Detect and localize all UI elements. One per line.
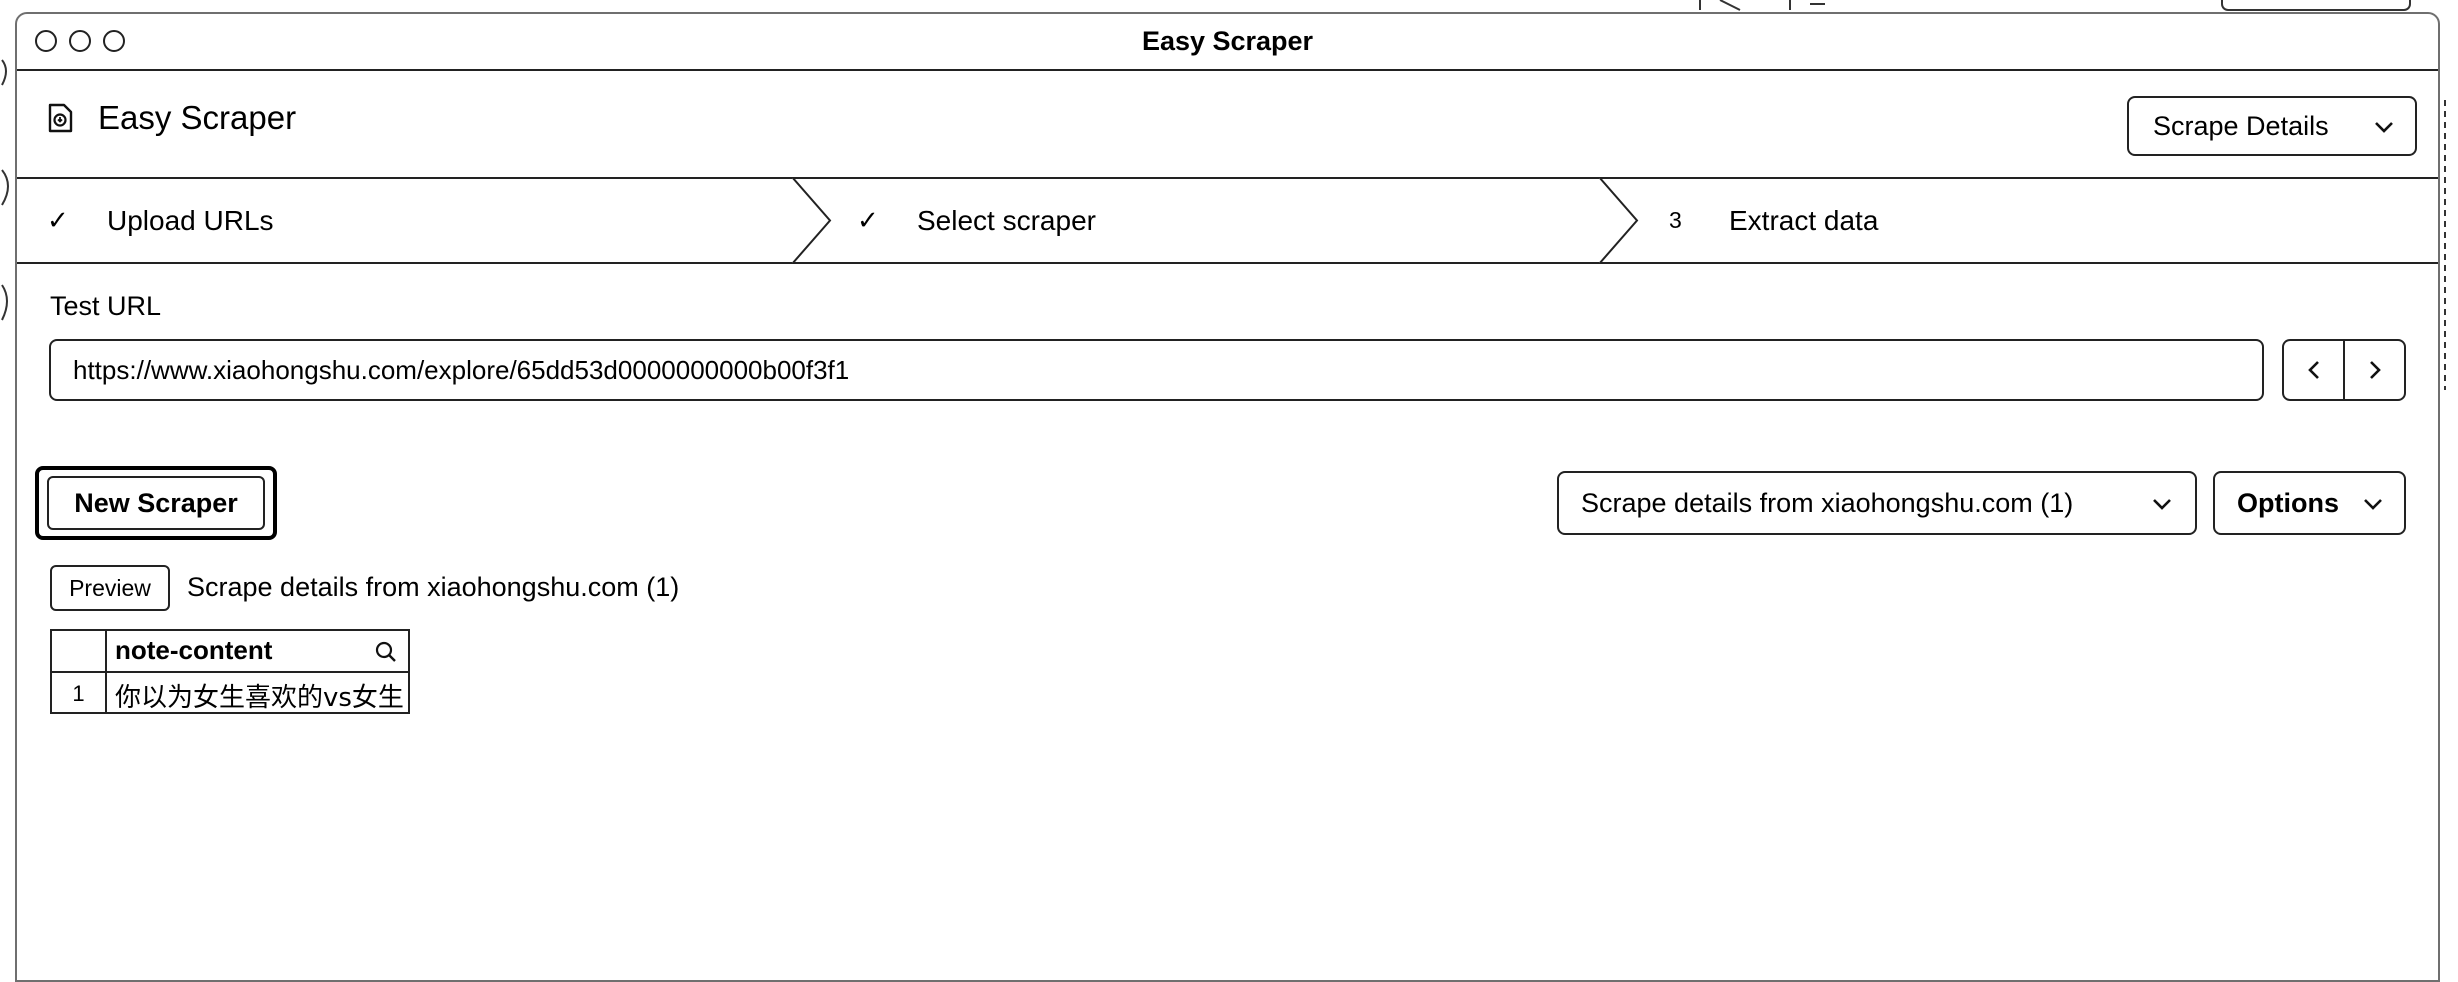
window-title: Easy Scraper [1141, 26, 1314, 56]
preview-button[interactable]: Preview [50, 565, 170, 611]
step-extract-data[interactable]: 3 Extract data [1669, 179, 1878, 262]
url-navigation [2282, 339, 2406, 401]
step-separator [792, 177, 832, 264]
step-number: 3 [1669, 207, 1682, 233]
step-label: Extract data [1729, 204, 1879, 236]
scrape-mode-value: Scrape Details [2153, 110, 2329, 141]
row-index: 1 [52, 673, 107, 712]
chevron-left-icon [2307, 361, 2319, 379]
column-header-label: note-content [115, 635, 273, 665]
new-scraper-focus-ring: New Scraper [35, 466, 277, 540]
new-scraper-button[interactable]: New Scraper [47, 476, 265, 530]
wizard-steps: ✓ Upload URLs ✓ Select scraper 3 Extract… [17, 177, 2438, 264]
test-url-input[interactable]: https://www.xiaohongshu.com/explore/65dd… [49, 339, 2264, 401]
previous-url-button[interactable] [2284, 341, 2343, 399]
app-name: Easy Scraper [98, 99, 297, 136]
scraper-select[interactable]: Scrape details from xiaohongshu.com (1) [1557, 471, 2197, 535]
step-select-scraper[interactable]: ✓ Select scraper [857, 179, 1096, 262]
chevron-down-icon [2364, 499, 2382, 510]
chevron-down-icon [2375, 122, 2393, 133]
next-url-button[interactable] [2343, 341, 2404, 399]
step-label: Upload URLs [107, 204, 274, 236]
chevron-down-icon [2153, 499, 2171, 510]
table-corner-cell [52, 631, 107, 673]
scraper-select-value: Scrape details from xiaohongshu.com (1) [1581, 487, 2074, 518]
title-bar: Easy Scraper [17, 14, 2438, 71]
step-separator [1599, 177, 1639, 264]
chevron-right-icon [2369, 361, 2381, 379]
note-content-cell[interactable]: 你以为女生喜欢的vs女生 [107, 673, 408, 712]
options-button[interactable]: Options [2213, 471, 2406, 535]
app-header: Easy Scraper Scrape Details [17, 71, 2438, 177]
preview-title: Scrape details from xiaohongshu.com (1) [187, 572, 680, 602]
options-label: Options [2237, 487, 2339, 518]
step-check-icon: ✓ [47, 205, 69, 235]
step-label: Select scraper [917, 204, 1096, 236]
step-check-icon: ✓ [857, 205, 879, 235]
column-header-note-content[interactable]: note-content [107, 631, 408, 673]
test-url-label: Test URL [50, 291, 162, 321]
easy-scraper-window: Easy Scraper Easy Scraper Scrape Details… [15, 12, 2440, 982]
step-upload-urls[interactable]: ✓ Upload URLs [47, 179, 274, 262]
search-icon[interactable] [374, 640, 398, 664]
scrape-mode-select[interactable]: Scrape Details [2127, 96, 2417, 156]
scraper-document-icon [48, 103, 73, 133]
preview-table: note-content 1 你以为女生喜欢的vs女生 [50, 629, 410, 714]
